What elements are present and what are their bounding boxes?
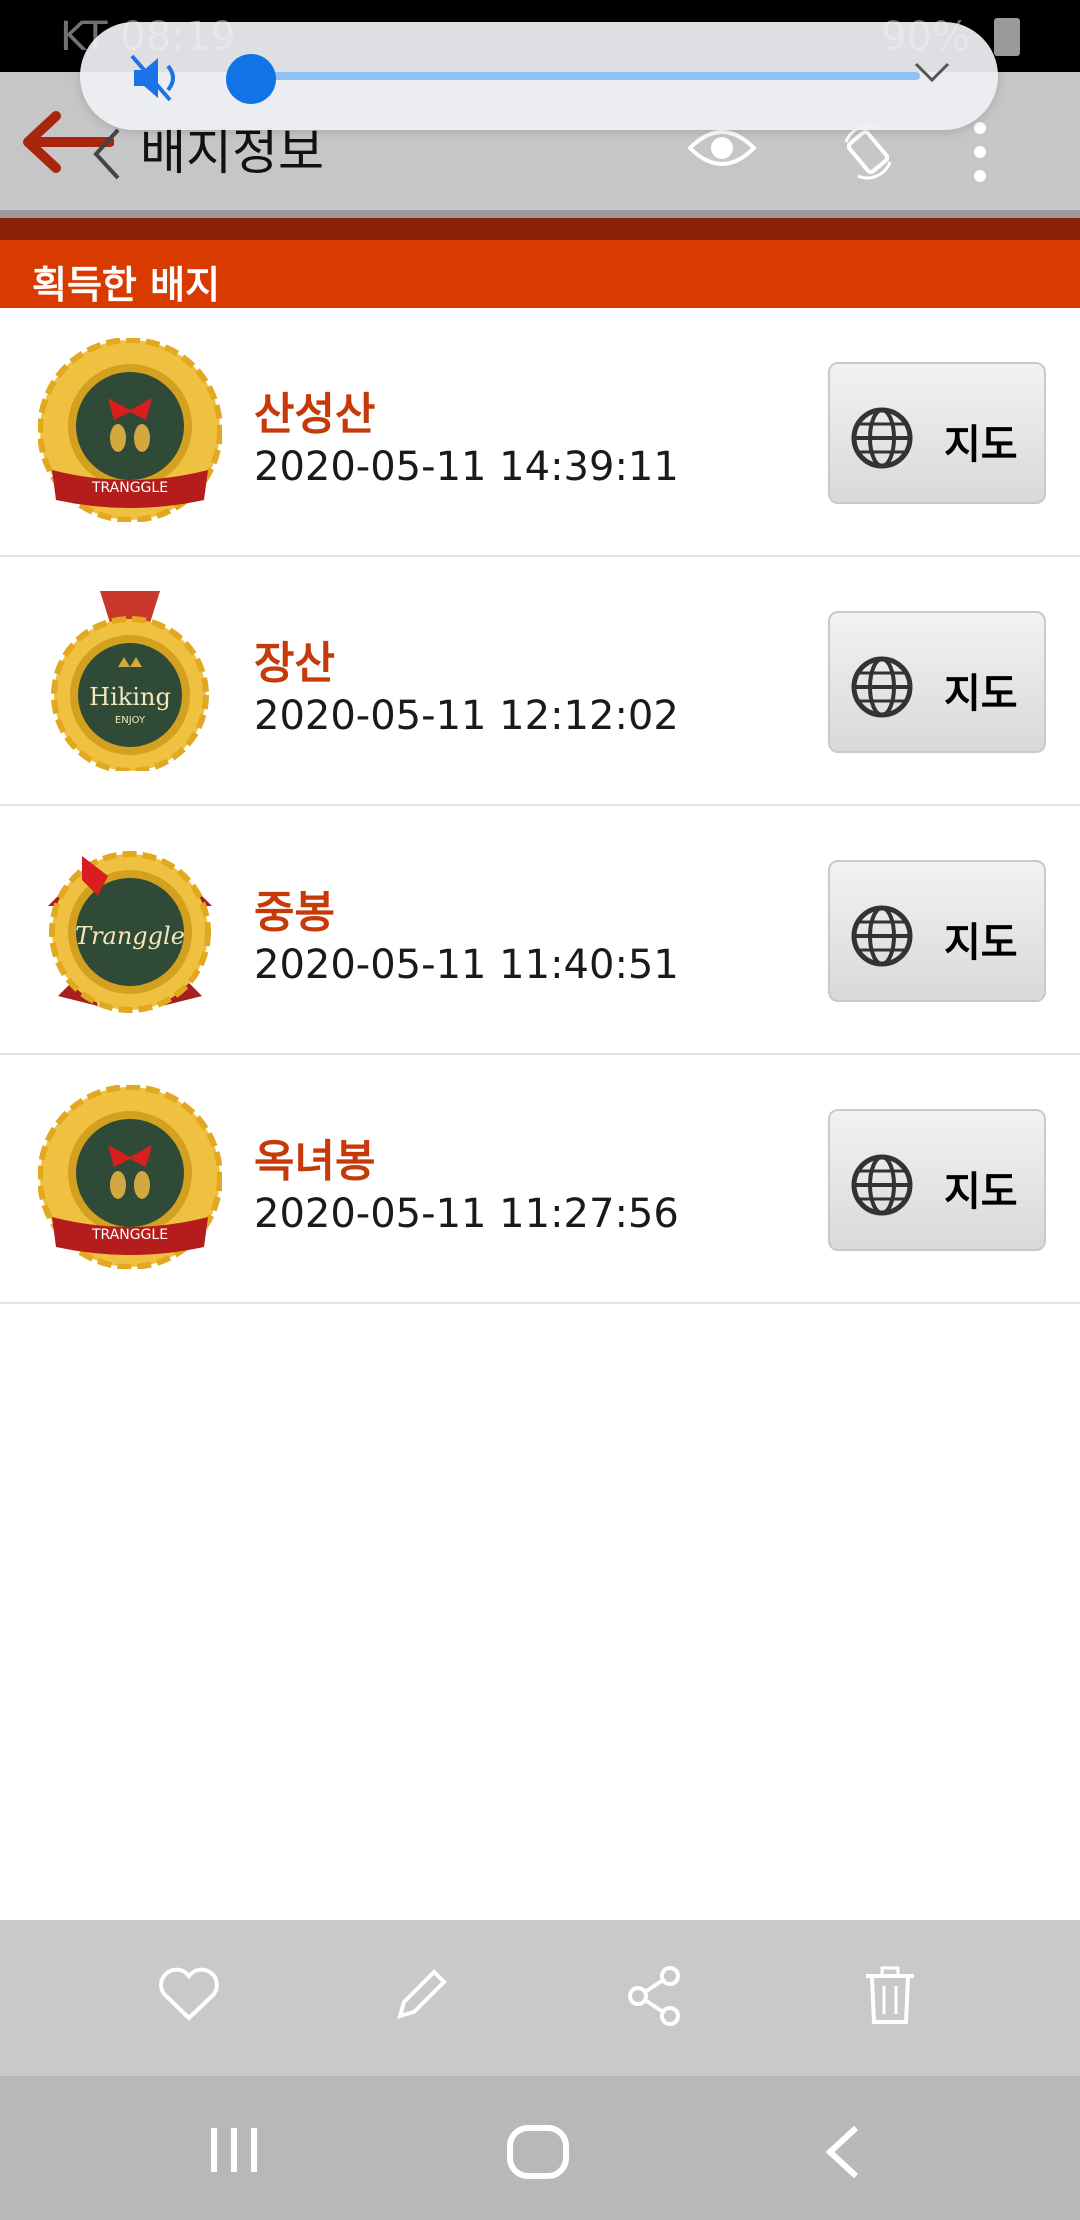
battery-icon [994,18,1020,56]
badge-image: TRANGGLE [38,338,222,522]
map-button[interactable]: 지도 [828,860,1046,1002]
badge-image: Hiking ENJOY [51,591,209,771]
globe-icon [850,904,914,972]
recent-apps-icon[interactable] [206,2124,262,2180]
chevron-left-icon[interactable] [90,126,122,186]
map-button[interactable]: 지도 [828,611,1046,753]
more-vertical-icon[interactable] [970,120,990,188]
app-bar-divider [0,210,1080,218]
globe-icon [850,406,914,474]
map-button-label: 지도 [944,671,1018,717]
mute-icon[interactable] [130,52,186,108]
volume-slider-track[interactable] [248,72,920,80]
badge-image: TRANGGLE [38,1085,222,1269]
share-icon[interactable] [626,1966,682,2030]
list-item[interactable]: Hiking ENJOY 장산 2020-05-11 12:12:02 지도 [0,557,1080,806]
bottom-action-bar [0,1920,1080,2076]
list-item[interactable]: TRANGGLE 산성산 2020-05-11 14:39:11 지도 [0,308,1080,557]
badge-caption: Tranggle [75,922,185,950]
volume-slider-thumb[interactable] [226,54,276,104]
eye-icon[interactable] [687,124,757,176]
back-icon[interactable] [822,2124,862,2184]
badge-name: 산성산 [254,389,376,440]
section-title: 획득한 배지 [32,263,221,307]
badge-caption: Hiking [89,683,171,711]
pencil-icon[interactable] [394,1966,450,2026]
badge-time: 2020-05-11 11:40:51 [254,942,679,988]
map-button[interactable]: 지도 [828,1109,1046,1251]
trash-icon[interactable] [864,1966,916,2030]
map-button-label: 지도 [944,920,1018,966]
rotate-icon[interactable] [838,122,898,186]
system-nav-bar [0,2076,1080,2220]
map-button-label: 지도 [944,1169,1018,1215]
list-item[interactable]: Tranggle 중봉 2020-05-11 11:40:51 지도 [0,806,1080,1055]
globe-icon [850,655,914,723]
home-icon[interactable] [506,2124,570,2184]
badge-caption: TRANGGLE [91,1227,168,1243]
list-item[interactable]: TRANGGLE 옥녀봉 2020-05-11 11:27:56 지도 [0,1055,1080,1304]
heart-icon[interactable] [158,1966,220,2026]
badge-time: 2020-05-11 12:12:02 [254,693,679,739]
badge-name: 장산 [254,638,335,689]
badge-time: 2020-05-11 11:27:56 [254,1191,679,1237]
globe-icon [850,1153,914,1221]
badge-time: 2020-05-11 14:39:11 [254,444,679,490]
badge-name: 옥녀봉 [254,1136,376,1187]
badge-list: TRANGGLE 산성산 2020-05-11 14:39:11 지도 Hiki… [0,308,1080,1304]
map-button-label: 지도 [944,422,1018,468]
badge-image: Tranggle [48,851,212,1013]
map-button[interactable]: 지도 [828,362,1046,504]
badge-caption: TRANGGLE [91,480,168,496]
chevron-down-icon[interactable] [912,60,952,88]
section-header: 획득한 배지 [0,218,1080,308]
badge-name: 중봉 [254,887,335,938]
volume-panel[interactable] [80,22,998,130]
badge-caption: ENJOY [115,715,146,726]
